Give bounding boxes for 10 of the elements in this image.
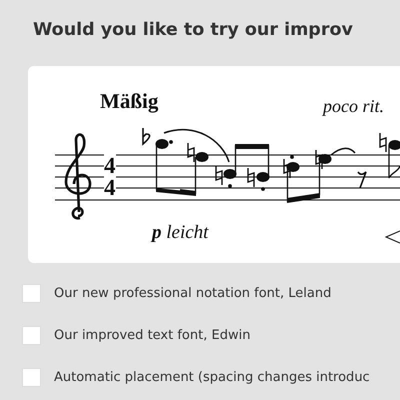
option-label: Automatic placement (spacing changes introduc	[54, 370, 370, 384]
tempo-marking: Mäßig	[100, 91, 158, 112]
dialog-title: Would you like to try our improv	[32, 19, 354, 42]
checkbox[interactable]	[22, 284, 41, 302]
checkbox[interactable]	[22, 326, 41, 344]
option-label: Our improved text font, Edwin	[54, 328, 250, 342]
option-label: Our new professional notation font, Leland	[54, 286, 332, 300]
dynamic-marking: p leicht	[152, 223, 208, 242]
expression-text: poco rit.	[323, 97, 384, 115]
checkbox[interactable]	[22, 368, 41, 386]
